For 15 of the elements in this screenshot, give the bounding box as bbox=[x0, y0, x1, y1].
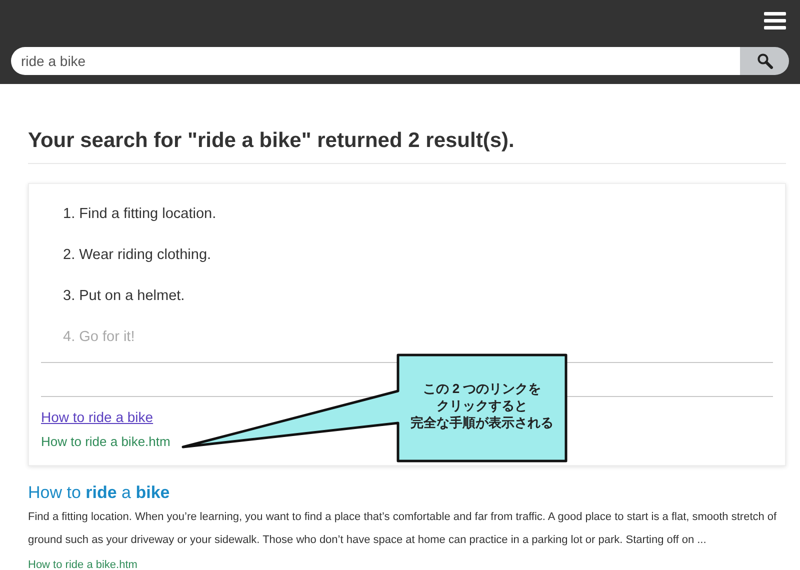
callout-text: この 2 つのリンクを クリックすると 完全な手順が表示される bbox=[410, 380, 554, 431]
result-link[interactable]: How to ride a bike bbox=[41, 409, 154, 426]
result-url: How to ride a bike.htm bbox=[41, 434, 170, 450]
search-button[interactable] bbox=[740, 47, 789, 75]
page-heading: Your search for "ride a bike" returned 2 result(s). bbox=[28, 128, 786, 164]
step-item: 4. Go for it! bbox=[63, 328, 136, 348]
step-item: 2. Wear riding clothing. bbox=[63, 246, 212, 266]
result-snippet: Find a fitting location. When you’re learning, you want to find a place that’s comfortable and far from traffic. A good place to start is a flat, smooth stretch of ground such as your driveway or your sidewalk. Those who don’t have space at home can practice in a parking lot or park. Starting off on ... bbox=[28, 510, 778, 548]
step-item: 3. Put on a helmet. bbox=[63, 287, 186, 306]
result-title[interactable]: How to ride a bike bbox=[28, 483, 170, 502]
search-field[interactable]: ride a bike bbox=[11, 47, 740, 75]
step-item: 1. Find a fitting location. bbox=[63, 205, 218, 224]
menu-icon[interactable] bbox=[764, 12, 786, 30]
result-url: How to ride a bike.htm bbox=[28, 559, 138, 570]
search-icon bbox=[756, 53, 772, 69]
